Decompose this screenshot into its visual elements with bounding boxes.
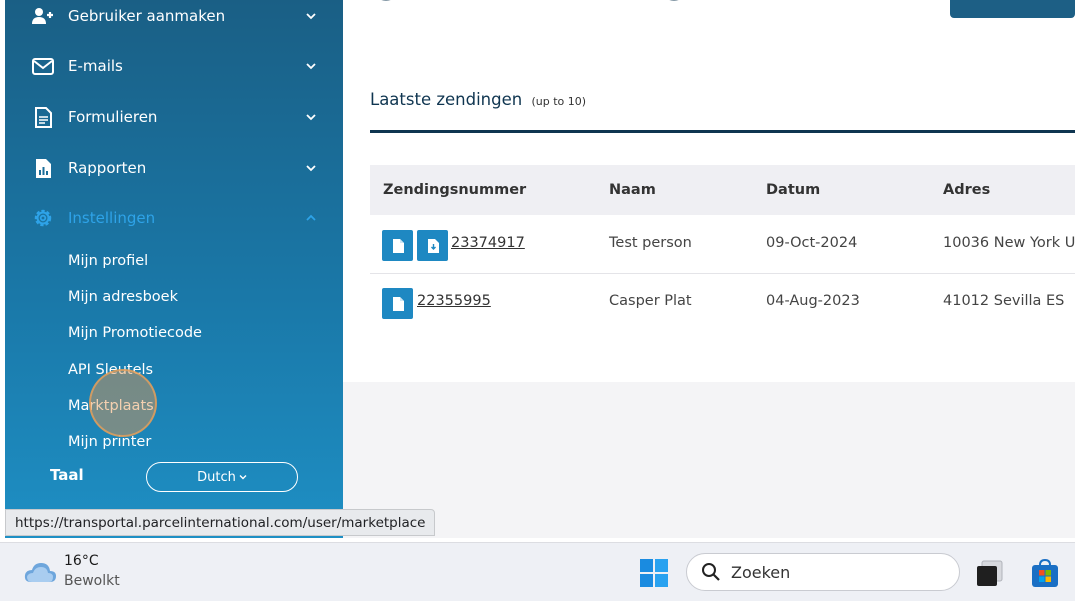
sidebar-item-create-user[interactable]: Gebruiker aanmaken	[32, 1, 317, 31]
document-icon	[392, 296, 404, 311]
download-label-button[interactable]	[417, 230, 448, 261]
taskbar-search[interactable]: Zoeken	[686, 553, 960, 591]
gear-icon	[32, 207, 54, 229]
sidebar-item-label: Rapporten	[68, 159, 147, 177]
chevron-down-icon	[306, 63, 316, 70]
link-status-url: https://transportal.parcelinternational.…	[5, 509, 436, 536]
sidebar-item-label: Gebruiker aanmaken	[68, 7, 226, 25]
chevron-down-icon	[306, 165, 316, 172]
user-plus-icon	[32, 5, 54, 27]
chevron-down-icon	[306, 13, 316, 20]
section-divider	[370, 130, 1075, 133]
shipment-number-link[interactable]: 23374917	[451, 235, 525, 251]
chevron-down-icon	[306, 114, 316, 121]
document-button[interactable]	[382, 230, 413, 261]
sidebar: Gebruiker aanmaken E-mails Formulieren R…	[5, 0, 343, 538]
table-row: 22355995 Casper Plat 04-Aug-2023 41012 S…	[370, 274, 1075, 332]
sidebar-item-emails[interactable]: E-mails	[32, 51, 317, 81]
document-icon	[392, 238, 404, 253]
weather-condition: Bewolkt	[64, 573, 120, 589]
column-header-address: Adres	[943, 182, 991, 198]
shipment-address: 41012 Sevilla ES	[943, 293, 1065, 309]
language-label: Taal	[50, 466, 84, 484]
sidebar-subitem-marketplace[interactable]: Marktplaats	[68, 398, 154, 414]
column-header-date: Datum	[766, 182, 821, 198]
mail-icon	[32, 55, 54, 77]
download-document-icon	[427, 238, 439, 253]
sidebar-subitem-my-profile[interactable]: Mijn profiel	[68, 253, 148, 269]
table-header: Zendingsnummer Naam Datum Adres	[370, 165, 1075, 215]
task-view-icon[interactable]	[974, 557, 1006, 589]
sidebar-item-settings[interactable]: Instellingen	[32, 203, 317, 233]
chevron-up-icon	[306, 214, 316, 221]
cloud-icon	[24, 563, 56, 582]
top-action-button[interactable]	[950, 0, 1075, 18]
partial-heading	[381, 0, 679, 1]
sidebar-item-reports[interactable]: Rapporten	[32, 153, 317, 183]
sidebar-item-label: Instellingen	[68, 209, 156, 227]
section-title-text: Laatste zendingen	[370, 90, 523, 109]
column-header-name: Naam	[609, 182, 656, 198]
chevron-down-icon	[239, 475, 247, 480]
shipment-number-link[interactable]: 22355995	[417, 293, 491, 309]
sidebar-subitem-address-book[interactable]: Mijn adresboek	[68, 289, 178, 305]
document-button[interactable]	[382, 288, 413, 319]
shipment-address: 10036 New York US	[943, 235, 1075, 251]
language-value: Dutch	[197, 469, 236, 485]
column-header-number: Zendingsnummer	[383, 182, 527, 198]
search-placeholder: Zoeken	[731, 562, 791, 582]
taskbar: 16°C Bewolkt Zoeken	[0, 542, 1075, 601]
table-row: 23374917 Test person 09-Oct-2024 10036 N…	[370, 216, 1075, 274]
sidebar-subitem-api-keys[interactable]: API Sleutels	[68, 362, 153, 378]
weather-temperature: 16°C	[64, 553, 99, 569]
sidebar-item-forms[interactable]: Formulieren	[32, 102, 317, 132]
sidebar-subitem-my-printer[interactable]: Mijn printer	[68, 434, 151, 450]
report-icon	[32, 157, 54, 179]
windows-start-icon[interactable]	[638, 557, 670, 589]
shipment-name: Test person	[609, 235, 692, 251]
section-title: Laatste zendingen (up to 10)	[370, 90, 586, 109]
sidebar-item-label: Formulieren	[68, 108, 158, 126]
document-icon	[32, 106, 54, 128]
shipment-date: 09-Oct-2024	[766, 235, 858, 251]
language-select[interactable]: Dutch	[146, 462, 298, 492]
search-icon	[702, 563, 720, 581]
shipment-name: Casper Plat	[609, 293, 692, 309]
sidebar-item-label: E-mails	[68, 57, 123, 75]
store-icon[interactable]	[1029, 557, 1061, 589]
sidebar-subitem-promo-code[interactable]: Mijn Promotiecode	[68, 325, 202, 341]
section-subtitle: (up to 10)	[531, 95, 587, 108]
shipment-date: 04-Aug-2023	[766, 293, 860, 309]
